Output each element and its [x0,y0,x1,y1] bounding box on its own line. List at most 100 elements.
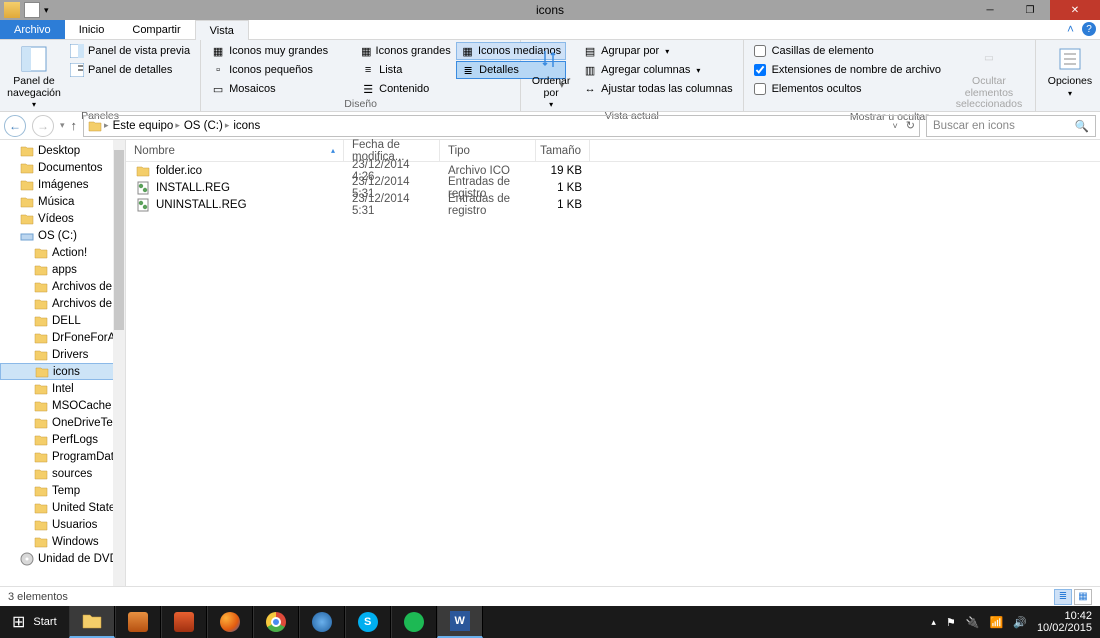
taskbar-chrome[interactable] [253,606,299,638]
refresh-button[interactable]: ↻ [906,119,915,132]
file-row[interactable]: UNINSTALL.REG23/12/2014 5:31Entradas de … [126,196,1100,213]
tree-node[interactable]: Drivers [0,346,125,363]
clock[interactable]: 10:42 10/02/2015 [1037,610,1092,634]
qat-dropdown-icon[interactable]: ▾ [44,5,49,16]
crumb-drive[interactable]: OS (C:) [184,120,223,132]
taskbar-app-1[interactable] [115,606,161,638]
hide-selected-button[interactable]: ▭ Ocultar elementos seleccionados [949,42,1029,111]
icons-s-button[interactable]: ▫Iconos pequeños [207,61,353,79]
tree-node[interactable]: PerfLogs [0,431,125,448]
back-button[interactable]: ← [4,115,26,137]
folder-icon [34,501,48,515]
maximize-button[interactable]: ❐ [1010,0,1050,20]
hidden-items-toggle[interactable]: Elementos ocultos [750,80,945,98]
help-icon[interactable]: ? [1082,22,1096,36]
recent-dropdown-icon[interactable]: ▾ [60,120,65,131]
tree-node[interactable]: Vídeos [0,210,125,227]
tree-scrollbar[interactable] [113,140,125,586]
fit-columns-button[interactable]: ↔Ajustar todas las columnas [579,80,736,98]
list-button[interactable]: ≡Lista [357,61,452,79]
system-tray[interactable]: ▴ ⚑ 🔌 📶 🔊 10:42 10/02/2015 [923,610,1100,634]
tray-up-icon[interactable]: ▴ [931,617,936,628]
col-size[interactable]: Tamaño [536,140,590,161]
taskbar-skype[interactable]: S [345,606,391,638]
addr-dropdown-icon[interactable]: ˅ [893,121,898,131]
folder-icon [34,382,48,396]
tree-node[interactable]: OS (C:) [0,227,125,244]
forward-button[interactable]: → [32,115,54,137]
tree-node[interactable]: Usuarios [0,516,125,533]
breadcrumb[interactable]: ▸Este equipo ▸OS (C:) ▸icons ˅↻ [83,115,920,137]
tree-node[interactable]: Intel [0,380,125,397]
file-extensions-toggle[interactable]: Extensiones de nombre de archivo [750,61,945,79]
tab-share[interactable]: Compartir [118,20,194,39]
nav-panel-button[interactable]: Panel de navegación ▾ [6,42,62,110]
file-row[interactable]: INSTALL.REG23/12/2014 5:31Entradas de re… [126,179,1100,196]
details-icon: ≣ [461,63,475,77]
minimize-button[interactable]: ─ [970,0,1010,20]
tiles-button[interactable]: ▭Mosaicos [207,80,353,98]
tree-node[interactable]: Documentos [0,159,125,176]
tree-node[interactable]: Windows [0,533,125,550]
tree-node[interactable]: Música [0,193,125,210]
options-button[interactable]: Opciones ▾ [1042,42,1098,98]
details-pane-button[interactable]: Panel de detalles [66,61,194,79]
search-input[interactable]: Buscar en icons 🔍 [926,115,1096,137]
col-name[interactable]: Nombre▴ [126,140,344,161]
add-columns-button[interactable]: ▥Agregar columnas▾ [579,61,736,79]
tree-node[interactable]: apps [0,261,125,278]
icons-xl-button[interactable]: ▦Iconos muy grandes [207,42,353,60]
wifi-icon[interactable]: 📶 [990,616,1004,629]
taskbar-explorer[interactable] [69,606,115,638]
tree-node[interactable]: icons [0,363,125,380]
tree-node[interactable]: Temp [0,482,125,499]
qat-new-icon[interactable] [24,2,40,18]
thumb-view-button[interactable]: ▦ [1074,589,1092,605]
folder-icon [34,433,48,447]
taskbar-spotify[interactable] [391,606,437,638]
tree-node[interactable]: Unidad de DVD R [0,550,125,567]
tree-node[interactable]: DELL [0,312,125,329]
col-type[interactable]: Tipo [440,140,536,161]
preview-pane-button[interactable]: Panel de vista previa [66,42,194,60]
taskbar-firefox[interactable] [207,606,253,638]
up-button[interactable]: ↑ [71,118,78,133]
tree-node[interactable]: Action! [0,244,125,261]
tree-node[interactable]: ProgramData [0,448,125,465]
tree-node[interactable]: MSOCache [0,397,125,414]
qat-folder-icon[interactable] [4,2,20,18]
taskbar-app-2[interactable] [161,606,207,638]
tree-node[interactable]: DrFoneForAndr [0,329,125,346]
sort-by-button[interactable]: Ordenar por ▾ [527,42,575,110]
list-icon: ≡ [361,63,375,77]
item-checkboxes-toggle[interactable]: Casillas de elemento [750,42,945,60]
file-row[interactable]: folder.ico23/12/2014 4:26Archivo ICO19 K… [126,162,1100,179]
tree-node[interactable]: sources [0,465,125,482]
folder-icon [34,484,48,498]
crumb-folder[interactable]: icons [233,120,260,132]
flag-icon[interactable]: ⚑ [946,616,956,629]
tab-home[interactable]: Inicio [65,20,119,39]
tab-file[interactable]: Archivo [0,20,65,39]
details-view-button[interactable]: ≣ [1054,589,1072,605]
taskbar-thunderbird[interactable] [299,606,345,638]
content-button[interactable]: ☰Contenido [357,80,452,98]
windows-logo-icon: ⊞ [12,612,25,632]
taskbar-word[interactable]: W [437,606,483,638]
start-button[interactable]: ⊞ Start [0,606,69,638]
tree-node[interactable]: Desktop [0,142,125,159]
crumb-pc[interactable]: Este equipo [113,120,174,132]
volume-icon[interactable]: 🔊 [1013,616,1027,629]
ribbon-expand-icon[interactable]: ˄ [1067,22,1074,36]
tree-node[interactable]: Archivos de pro [0,295,125,312]
group-by-button[interactable]: ▤Agrupar por▾ [579,42,736,60]
tree-node[interactable]: Archivos de pro [0,278,125,295]
power-icon[interactable]: 🔌 [966,616,980,629]
tree-node[interactable]: OneDriveTemp [0,414,125,431]
icons-l-button[interactable]: ▦Iconos grandes [357,42,452,60]
close-button[interactable]: ✕ [1050,0,1100,20]
tab-view[interactable]: Vista [195,20,249,40]
tree-node[interactable]: Imágenes [0,176,125,193]
nav-tree[interactable]: DesktopDocumentosImágenesMúsicaVídeosOS … [0,140,126,586]
tree-node[interactable]: United States S [0,499,125,516]
